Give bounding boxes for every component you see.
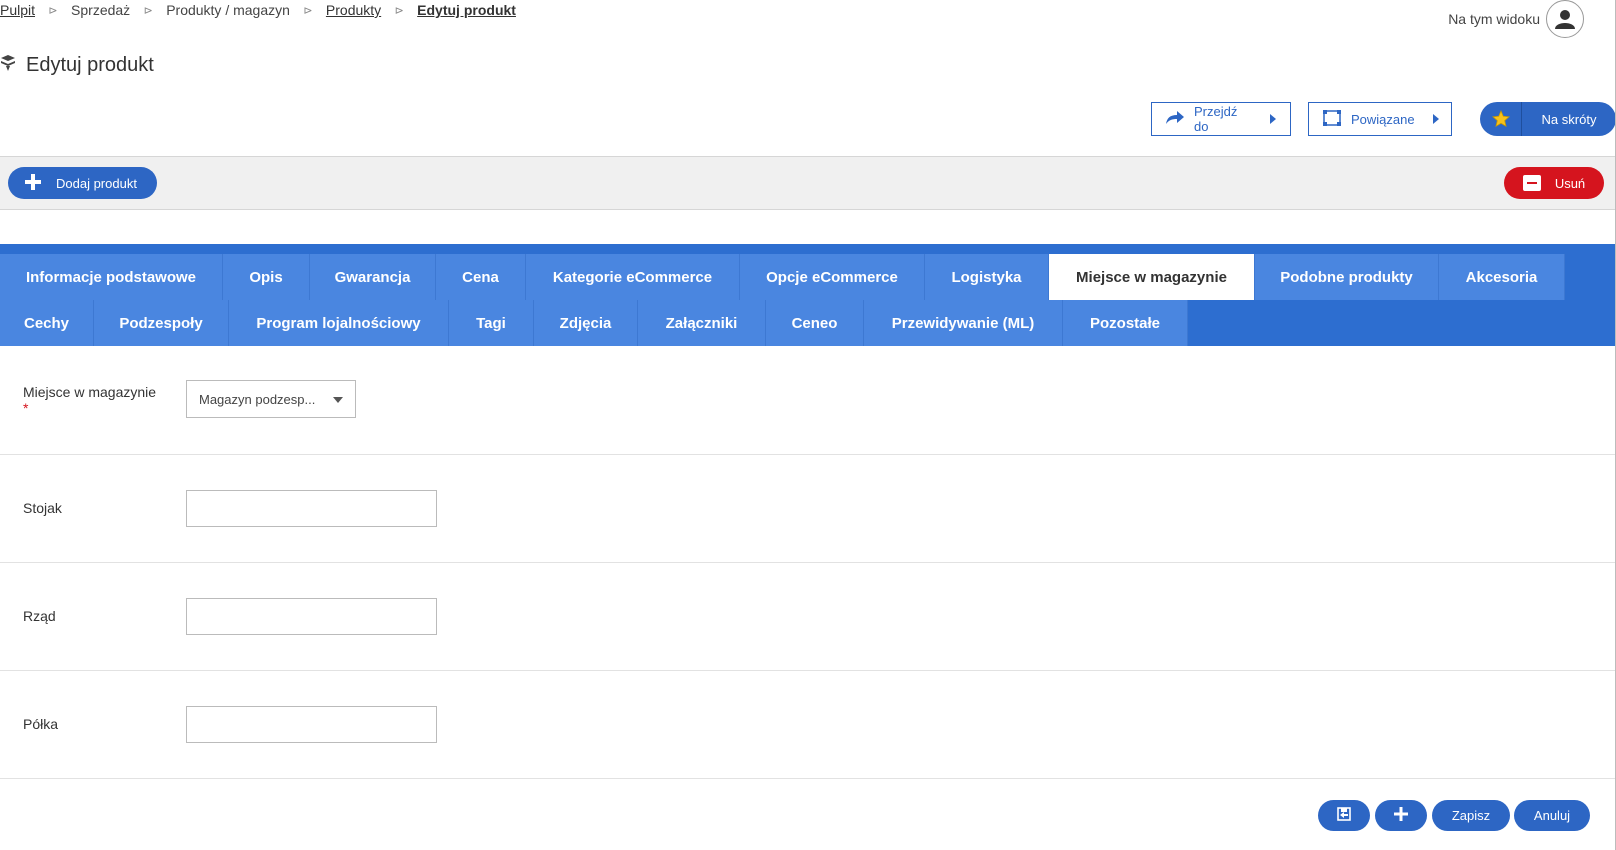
shelf-input[interactable] — [186, 706, 437, 743]
rack-input[interactable] — [186, 490, 437, 527]
star-icon — [1480, 102, 1522, 136]
breadcrumb-separator-icon: ⊳ — [143, 4, 153, 17]
caret-right-icon — [1432, 114, 1439, 124]
breadcrumb-separator-icon: ⊳ — [48, 4, 58, 17]
tab-zdjecia[interactable]: Zdjęcia — [534, 300, 638, 346]
location-select[interactable]: Magazyn podzesp... — [186, 380, 356, 418]
save-and-add-button[interactable] — [1375, 800, 1427, 831]
breadcrumb-produkty-magazyn[interactable]: Produkty / magazyn — [166, 2, 290, 18]
breadcrumb-sprzedaz[interactable]: Sprzedaż — [71, 2, 130, 18]
related-button[interactable]: Powiązane — [1308, 102, 1452, 136]
add-product-button[interactable]: Dodaj produkt — [8, 167, 157, 199]
shortcuts-label: Na skróty — [1541, 111, 1597, 127]
shelf-label: Półka — [23, 716, 59, 732]
related-label: Powiązane — [1351, 111, 1415, 127]
tab-akcesoria[interactable]: Akcesoria — [1439, 254, 1565, 300]
form-row-shelf: Półka — [0, 671, 1616, 779]
nodes-icon — [1323, 109, 1341, 129]
delete-button[interactable]: Usuń — [1504, 167, 1604, 199]
tab-bar: Informacje podstawowe Opis Gwarancja Cen… — [0, 244, 1616, 346]
view-label: Na tym widoku — [1448, 11, 1540, 27]
tab-tagi[interactable]: Tagi — [449, 300, 534, 346]
toolbar: Dodaj produkt Usuń — [0, 156, 1616, 210]
page-title-text: Edytuj produkt — [26, 54, 154, 76]
tab-miejsce-w-magazynie[interactable]: Miejsce w magazynie — [1049, 254, 1255, 300]
breadcrumb-separator-icon: ⊳ — [303, 4, 313, 17]
product-icon — [0, 54, 16, 77]
form-row-location: Miejsce w magazynie * Magazyn podzesp... — [0, 346, 1616, 455]
breadcrumb-current[interactable]: Edytuj produkt — [417, 2, 516, 18]
tab-cechy[interactable]: Cechy — [0, 300, 94, 346]
save-return-icon — [1336, 806, 1352, 825]
tab-informacje-podstawowe[interactable]: Informacje podstawowe — [0, 254, 223, 300]
breadcrumb-produkty[interactable]: Produkty — [326, 2, 381, 18]
plus-icon — [1394, 807, 1408, 824]
location-select-value: Magazyn podzesp... — [199, 391, 316, 407]
tab-przewidywanie-ml[interactable]: Przewidywanie (ML) — [864, 300, 1063, 346]
tab-cena[interactable]: Cena — [436, 254, 526, 300]
tab-row-1: Informacje podstawowe Opis Gwarancja Cen… — [0, 254, 1616, 300]
tab-opis[interactable]: Opis — [223, 254, 310, 300]
delete-label: Usuń — [1554, 175, 1586, 191]
plus-icon — [24, 173, 42, 194]
tab-kategorie-ecommerce[interactable]: Kategorie eCommerce — [526, 254, 740, 300]
rack-label: Stojak — [23, 500, 62, 516]
save-button[interactable]: Zapisz — [1432, 800, 1510, 831]
tab-gwarancja[interactable]: Gwarancja — [310, 254, 436, 300]
breadcrumb-separator-icon: ⊳ — [394, 4, 404, 17]
tab-logistyka[interactable]: Logistyka — [925, 254, 1049, 300]
shortcuts-button[interactable]: Na skróty — [1480, 102, 1616, 136]
tab-program-lojalnosciowy[interactable]: Program lojalnościowy — [229, 300, 449, 346]
share-arrow-icon — [1166, 110, 1184, 128]
goto-label: Przejdź do — [1194, 104, 1238, 134]
tab-ceneo[interactable]: Ceneo — [766, 300, 864, 346]
view-settings[interactable]: Na tym widoku — [1448, 0, 1584, 38]
location-label-text: Miejsce w magazynie — [23, 384, 157, 400]
required-mark: * — [23, 400, 29, 416]
tab-opcje-ecommerce[interactable]: Opcje eCommerce — [740, 254, 925, 300]
minus-icon — [1522, 175, 1541, 191]
goto-button[interactable]: Przejdź do — [1151, 102, 1291, 136]
tab-row-2: Cechy Podzespoły Program lojalnościowy T… — [0, 300, 1616, 346]
row-input[interactable] — [186, 598, 437, 635]
caret-right-icon — [1270, 114, 1276, 124]
chevron-down-icon — [333, 397, 343, 403]
tab-pozostale[interactable]: Pozostałe — [1063, 300, 1188, 346]
breadcrumb-pulpit[interactable]: Pulpit — [0, 2, 35, 18]
add-product-label: Dodaj produkt — [56, 175, 137, 191]
breadcrumb: Pulpit ⊳ Sprzedaż ⊳ Produkty / magazyn ⊳… — [0, 0, 516, 20]
form-row-row: Rząd — [0, 563, 1616, 671]
cancel-button[interactable]: Anuluj — [1514, 800, 1590, 831]
location-label: Miejsce w magazynie * — [23, 384, 156, 416]
tab-podzespoly[interactable]: Podzespoły — [94, 300, 229, 346]
row-label: Rząd — [23, 608, 56, 624]
page-title: Edytuj produkt — [0, 54, 154, 77]
form-row-rack: Stojak — [0, 455, 1616, 563]
tab-zalaczniki[interactable]: Załączniki — [638, 300, 766, 346]
user-avatar-icon[interactable] — [1546, 0, 1584, 38]
tab-podobne-produkty[interactable]: Podobne produkty — [1255, 254, 1439, 300]
save-and-return-button[interactable] — [1318, 800, 1370, 831]
